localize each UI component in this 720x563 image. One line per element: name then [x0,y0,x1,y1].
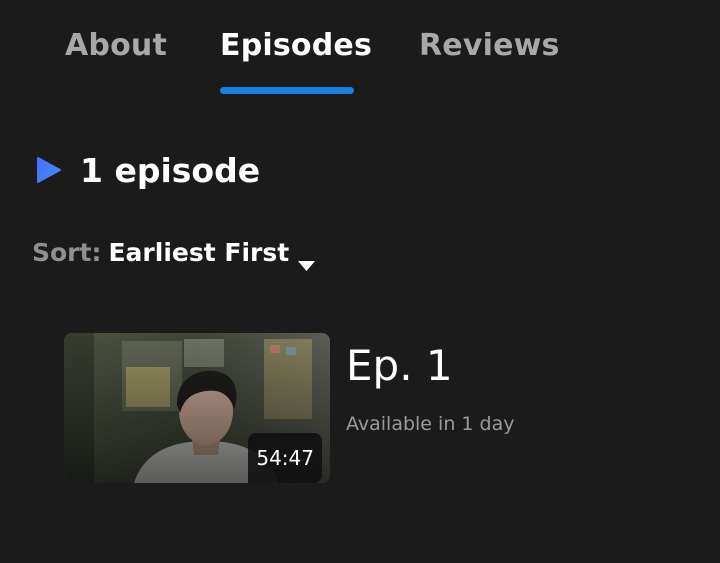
caret-down-icon [298,248,316,271]
episode-duration: 54:47 [248,433,322,483]
episode-count: 1 episode [80,150,261,190]
tab-bar: About Episodes Reviews [0,0,720,100]
active-tab-indicator [220,87,354,94]
sort-value: Earliest First [108,238,290,267]
episode-count-header: 1 episode [36,148,260,192]
episode-title[interactable]: Ep. 1 [346,341,453,390]
episode-thumbnail[interactable]: 54:47 [64,333,330,483]
episode-availability: Available in 1 day [346,413,515,435]
play-icon [36,156,62,184]
tab-episodes[interactable]: Episodes [220,28,372,63]
tab-about[interactable]: About [65,28,167,63]
sort-label: Sort: [32,238,102,267]
episode-card[interactable]: 54:47 Ep. 1 Available in 1 day [64,333,624,483]
episodes-page: About Episodes Reviews 1 episode Sort: E… [0,0,720,563]
sort-dropdown[interactable]: Sort: Earliest First [32,238,316,271]
tab-reviews[interactable]: Reviews [419,28,560,63]
